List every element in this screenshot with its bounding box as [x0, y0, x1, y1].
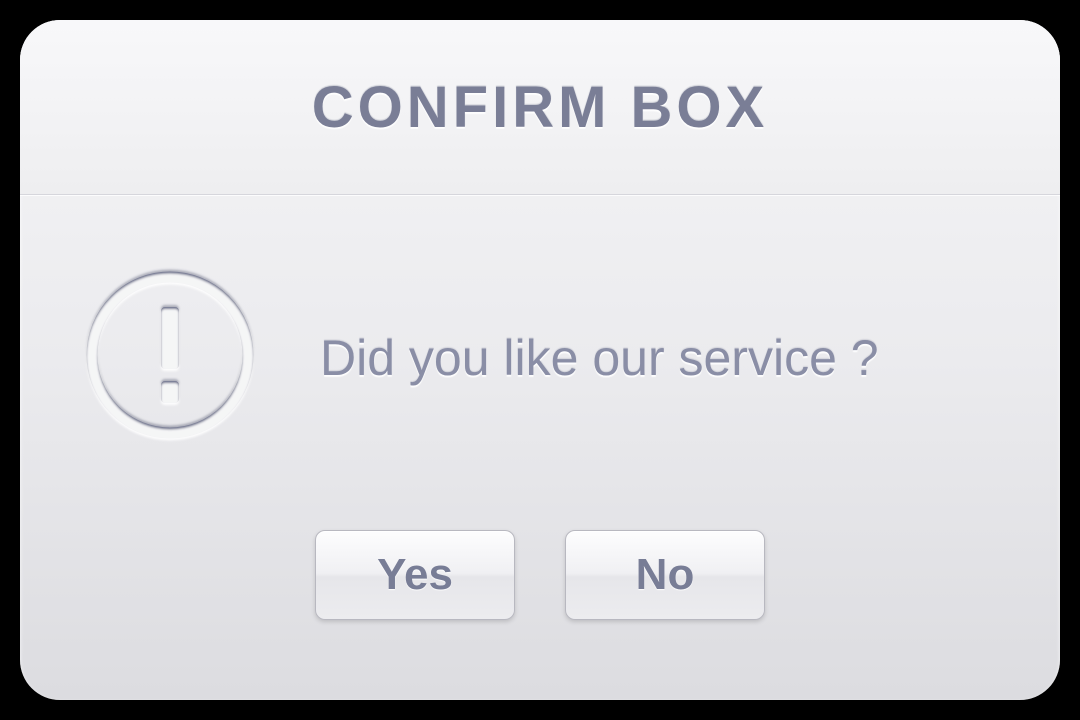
dialog-message: Did you like our service ? [320, 329, 879, 387]
dialog-footer: Yes No [20, 520, 1060, 700]
dialog-header: CONFIRM BOX [20, 20, 1060, 195]
alert-icon [80, 265, 260, 450]
no-button[interactable]: No [565, 530, 765, 620]
dialog-title: CONFIRM BOX [312, 74, 768, 141]
dialog-body: Did you like our service ? [20, 195, 1060, 520]
confirm-dialog: CONFIRM BOX [20, 20, 1060, 700]
yes-button[interactable]: Yes [315, 530, 515, 620]
